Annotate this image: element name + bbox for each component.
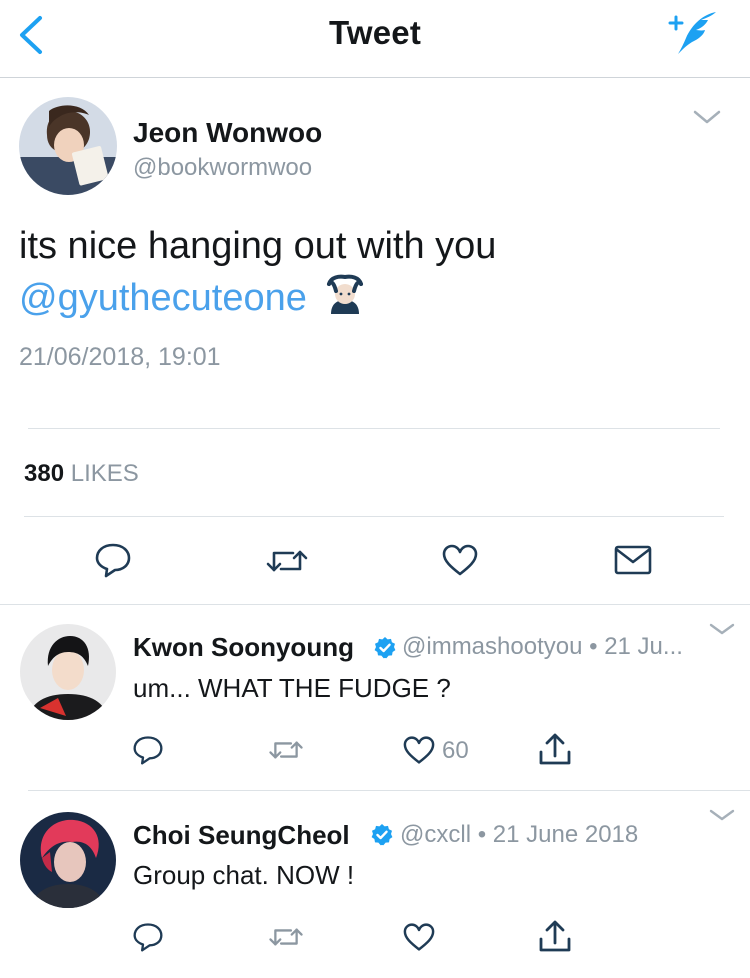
reply-handle[interactable]: @cxcll • 21 June 2018 [400, 821, 638, 849]
like-icon[interactable] [441, 543, 479, 577]
reply-text: um... WHAT THE FUDGE ? [133, 673, 451, 703]
mention-link[interactable]: @gyuthecuteone [19, 277, 307, 319]
avatar[interactable] [20, 812, 116, 908]
tweet-body: its nice hanging out with you [19, 225, 497, 267]
like-count: 60 [442, 737, 469, 764]
share-icon[interactable] [537, 919, 573, 953]
reply-icon[interactable] [94, 542, 132, 578]
retweet-icon[interactable] [265, 546, 309, 576]
reply-icon[interactable] [132, 735, 164, 765]
chevron-down-icon[interactable] [692, 108, 722, 126]
avatar[interactable] [19, 97, 117, 195]
avatar[interactable] [20, 624, 116, 720]
reply-icon[interactable] [132, 922, 164, 952]
tweet-text: its nice hanging out with you @gyuthecut… [19, 220, 719, 324]
reply-author-name[interactable]: Choi SeungCheol [133, 820, 350, 851]
share-icon[interactable] [537, 732, 573, 766]
likes-summary[interactable]: 380 LIKES [24, 460, 139, 488]
emoji-icon [327, 274, 364, 314]
verified-icon [374, 637, 396, 659]
divider [28, 428, 720, 429]
divider [0, 604, 750, 605]
compose-icon[interactable] [664, 8, 722, 58]
reply-handle[interactable]: @immashootyou • 21 Ju... [402, 633, 683, 661]
tweet-timestamp: 21/06/2018, 19:01 [19, 343, 221, 371]
message-icon[interactable] [613, 544, 653, 576]
author-name[interactable]: Jeon Wonwoo [133, 117, 322, 149]
retweet-icon[interactable] [268, 737, 304, 763]
chevron-down-icon[interactable] [708, 621, 736, 637]
divider [28, 790, 750, 791]
divider [24, 516, 724, 517]
reply-author-name[interactable]: Kwon Soonyoung [133, 632, 354, 663]
chevron-down-icon[interactable] [708, 807, 736, 823]
like-icon[interactable] [402, 735, 436, 765]
likes-count: 380 [24, 460, 65, 487]
author-handle[interactable]: @bookwormwoo [133, 154, 312, 182]
likes-label: LIKES [70, 460, 139, 487]
verified-icon [371, 824, 393, 846]
page-title: Tweet [328, 14, 422, 51]
reply-text: Group chat. NOW ! [133, 860, 355, 890]
like-icon[interactable] [402, 922, 436, 952]
retweet-icon[interactable] [268, 924, 304, 950]
top-nav-bar: Tweet [0, 0, 750, 78]
